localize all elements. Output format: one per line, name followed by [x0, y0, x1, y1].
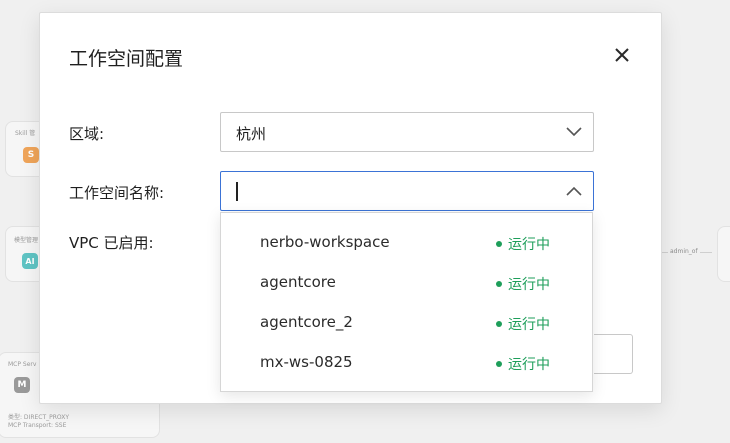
option-name: agentcore	[260, 273, 336, 291]
workspace-dropdown: nerbo-workspace 运行中 agentcore 运行中 agentc…	[220, 212, 593, 392]
dropdown-option[interactable]: agentcore 运行中	[221, 263, 592, 303]
close-icon	[615, 48, 629, 62]
option-name: nerbo-workspace	[260, 233, 390, 251]
skill-badge: S	[23, 147, 39, 163]
region-label: 区域:	[69, 125, 105, 143]
status-badge: 运行中	[496, 234, 550, 254]
status-badge: 运行中	[496, 274, 550, 294]
workspace-name-input[interactable]	[220, 171, 594, 211]
status-text: 运行中	[508, 237, 550, 253]
skill-node-label: Skill 管	[15, 130, 36, 137]
close-button[interactable]	[611, 44, 633, 66]
mcp-badge: M	[14, 377, 30, 393]
chevron-down-icon	[566, 127, 582, 137]
text-caret	[236, 182, 238, 201]
dropdown-option[interactable]: mx-ws-0825 运行中	[221, 343, 592, 383]
status-badge: 运行中	[496, 314, 550, 334]
status-text: 运行中	[508, 317, 550, 333]
status-text: 运行中	[508, 277, 550, 293]
right-node-card[interactable]	[717, 226, 730, 282]
model-node-label: 模型管理	[14, 237, 39, 244]
mcp-transport-text: MCP Transport: SSE	[8, 422, 67, 429]
mcp-type-text: 类型: DIRECT_PROXY	[8, 414, 70, 421]
graph-edge-label: admin_of	[668, 248, 700, 255]
status-dot-icon	[496, 361, 502, 367]
status-badge: 运行中	[496, 354, 550, 374]
chevron-up-icon	[566, 186, 582, 196]
region-select[interactable]: 杭州	[220, 112, 594, 152]
option-name: mx-ws-0825	[260, 353, 353, 371]
option-name: agentcore_2	[260, 313, 353, 331]
hidden-field-input[interactable]	[594, 334, 633, 374]
vpc-enabled-label: VPC 已启用:	[69, 234, 154, 252]
modal-title: 工作空间配置	[69, 48, 184, 70]
status-dot-icon	[496, 241, 502, 247]
status-text: 运行中	[508, 357, 550, 373]
dropdown-option[interactable]: agentcore_2 运行中	[221, 303, 592, 343]
mcp-node-label: MCP Serv	[8, 361, 37, 368]
region-value: 杭州	[236, 125, 267, 143]
workspace-name-label: 工作空间名称:	[69, 184, 165, 202]
dropdown-option[interactable]: nerbo-workspace 运行中	[221, 223, 592, 263]
status-dot-icon	[496, 321, 502, 327]
status-dot-icon	[496, 281, 502, 287]
model-badge: AI	[22, 253, 38, 269]
